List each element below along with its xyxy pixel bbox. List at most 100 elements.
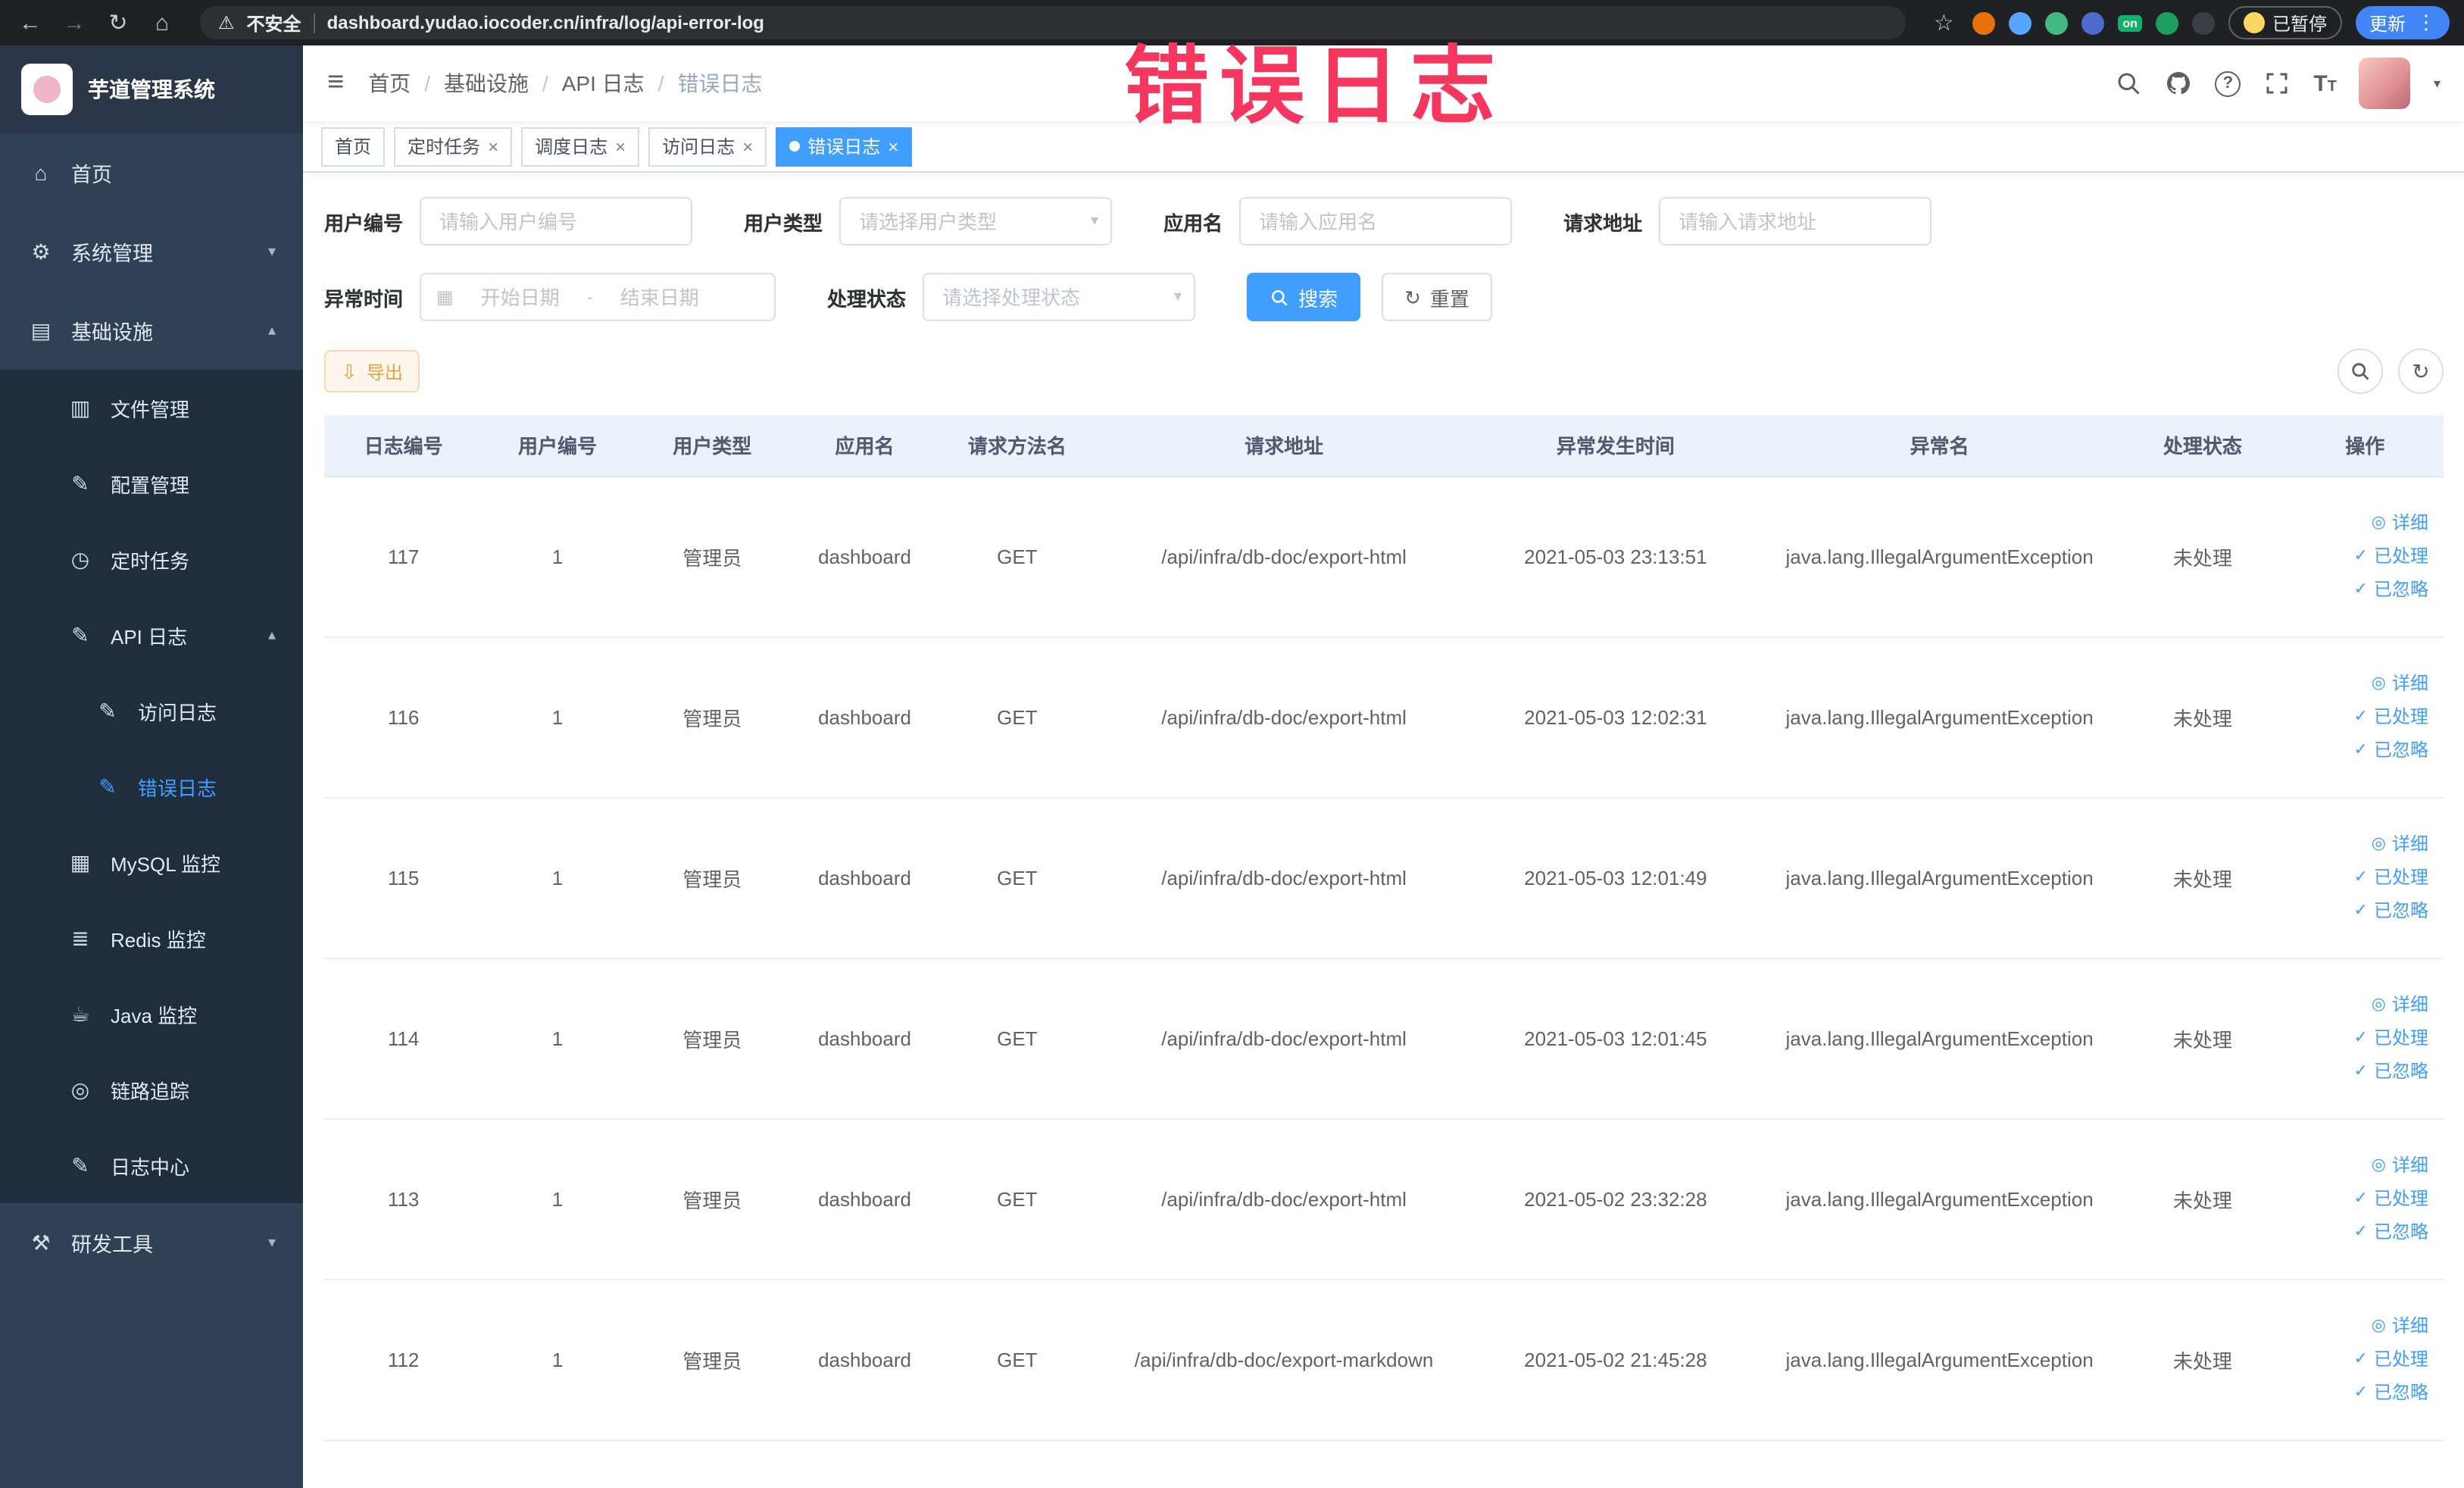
hamburger-icon[interactable]: ≡	[327, 67, 344, 100]
breadcrumb-home[interactable]: 首页	[368, 68, 411, 98]
close-icon[interactable]: ×	[615, 137, 626, 155]
detail-link[interactable]: ◎ 详细	[2293, 1149, 2428, 1182]
sidebar-item-mysql-monitor[interactable]: ▦ MySQL 监控	[0, 824, 303, 900]
ext-orange-icon[interactable]	[1972, 11, 1996, 34]
sidebar-item-error-log[interactable]: ✎ 错误日志	[0, 749, 303, 824]
ignored-link[interactable]: ✓ 已忽略	[2293, 1376, 2428, 1409]
processed-link[interactable]: ✓ 已处理	[2293, 539, 2428, 573]
forward-icon[interactable]: →	[59, 10, 89, 36]
process-status-select-input[interactable]	[923, 273, 1196, 321]
ext-on-badge-icon[interactable]: on	[2118, 14, 2142, 31]
home-icon[interactable]: ⌂	[147, 10, 177, 36]
paused-extension-button[interactable]: 已暂停	[2228, 6, 2342, 39]
breadcrumb-infrastructure[interactable]: 基础设施	[444, 68, 529, 98]
sidebar-item-api-logs[interactable]: ✎ API 日志 ▴	[0, 597, 303, 673]
request-url-input[interactable]	[1659, 197, 1932, 245]
sidebar-item-infrastructure[interactable]: ▤ 基础设施 ▴	[0, 291, 303, 370]
sidebar-item-home[interactable]: ⌂ 首页	[0, 133, 303, 212]
user-type-select-input[interactable]	[839, 197, 1113, 245]
fullscreen-icon[interactable]	[2263, 70, 2291, 97]
search-button[interactable]: 搜索	[1247, 273, 1361, 321]
ignored-link[interactable]: ✓ 已忽略	[2293, 1215, 2428, 1249]
ext-vue-icon[interactable]	[2045, 11, 2069, 34]
cell-exception-name: java.lang.IllegalArgumentException	[1760, 797, 2119, 958]
processed-link[interactable]: ✓ 已处理	[2293, 700, 2428, 733]
ext-paw-icon[interactable]	[2191, 11, 2215, 34]
search-icon[interactable]	[2115, 70, 2142, 97]
tab-schedule-log[interactable]: 调度日志 ×	[521, 127, 640, 166]
tab-error-log[interactable]: 错误日志 ×	[776, 127, 913, 166]
filter-label: 用户类型	[744, 211, 823, 234]
detail-link[interactable]: ◎ 详细	[2293, 988, 2428, 1021]
detail-label: 详细	[2391, 1155, 2428, 1176]
grid-icon: ▦	[70, 849, 91, 874]
detail-link[interactable]: ◎ 详细	[2293, 506, 2428, 539]
sidebar-item-config-management[interactable]: ✎ 配置管理	[0, 445, 303, 521]
sidebar-item-system-management[interactable]: ⚙ 系统管理 ▾	[0, 212, 303, 291]
ignored-label: 已忽略	[2373, 579, 2428, 600]
help-icon[interactable]: ?	[2215, 70, 2241, 96]
cell-log-id: 116	[324, 636, 483, 798]
processed-link[interactable]: ✓ 已处理	[2293, 1182, 2428, 1215]
detail-link[interactable]: ◎ 详细	[2293, 667, 2428, 700]
sidebar-item-access-log[interactable]: ✎ 访问日志	[0, 673, 303, 749]
bookmark-star-icon[interactable]: ☆	[1928, 9, 1959, 36]
ext-grid-icon[interactable]	[2081, 11, 2105, 34]
avatar[interactable]	[2359, 58, 2411, 109]
sidebar-item-java-monitor[interactable]: ☕ Java 监控	[0, 976, 303, 1052]
breadcrumb-api-logs[interactable]: API 日志	[562, 68, 645, 98]
breadcrumb-separator: /	[657, 71, 664, 95]
app-name-input[interactable]	[1239, 197, 1513, 245]
github-icon[interactable]	[2165, 70, 2192, 97]
close-icon[interactable]: ×	[742, 137, 753, 155]
reset-button[interactable]: ↻ 重置	[1382, 273, 1492, 321]
user-id-input[interactable]	[420, 197, 693, 245]
sidebar-logo[interactable]: 芋道管理系统	[0, 45, 303, 133]
sidebar-item-file-management[interactable]: ▥ 文件管理	[0, 370, 303, 445]
search-toggle-button[interactable]	[2338, 349, 2383, 394]
sidebar-item-label: Java 监控	[111, 1004, 198, 1027]
tab-access-log[interactable]: 访问日志 ×	[648, 127, 767, 166]
sidebar-item-dev-tools[interactable]: ⚒ 研发工具 ▾	[0, 1203, 303, 1282]
refresh-button[interactable]: ↻	[2398, 349, 2444, 394]
tab-scheduled-tasks[interactable]: 定时任务 ×	[394, 127, 513, 166]
ignored-link[interactable]: ✓ 已忽略	[2293, 894, 2428, 927]
sidebar-item-scheduled-tasks[interactable]: ◷ 定时任务	[0, 521, 303, 597]
col-user-type: 用户类型	[632, 415, 792, 477]
processed-link[interactable]: ✓ 已处理	[2293, 1343, 2428, 1376]
date-range-picker[interactable]: ▦ -	[420, 273, 776, 321]
ext-green-icon[interactable]	[2155, 11, 2178, 34]
cell-method: GET	[937, 476, 1098, 637]
ignored-link[interactable]: ✓ 已忽略	[2293, 733, 2428, 767]
sidebar-item-log-center[interactable]: ✎ 日志中心	[0, 1127, 303, 1203]
user-type-select[interactable]: ▾	[839, 197, 1113, 245]
sidebar-item-redis-monitor[interactable]: ≣ Redis 监控	[0, 900, 303, 976]
close-icon[interactable]: ×	[488, 137, 498, 155]
edit-icon: ✎	[71, 470, 89, 495]
processed-link[interactable]: ✓ 已处理	[2293, 1021, 2428, 1055]
ignored-link[interactable]: ✓ 已忽略	[2293, 1055, 2428, 1088]
start-date-input[interactable]	[461, 286, 579, 308]
browser-menu-icon[interactable]: ⋮	[2416, 11, 2436, 35]
check-icon: ✓	[2353, 580, 2368, 599]
cell-app-name: dashboard	[792, 958, 938, 1119]
cell-log-id: 113	[324, 1118, 483, 1280]
sidebar-item-trace[interactable]: ◎ 链路追踪	[0, 1052, 303, 1127]
export-button[interactable]: ⇩ 导出	[324, 350, 420, 392]
ext-blue-icon[interactable]	[2009, 11, 2032, 34]
processed-link[interactable]: ✓ 已处理	[2293, 861, 2428, 894]
update-button[interactable]: 更新 ⋮	[2355, 6, 2450, 39]
end-date-input[interactable]	[600, 286, 719, 308]
font-size-icon[interactable]: TT	[2313, 70, 2337, 96]
ignored-link[interactable]: ✓ 已忽略	[2293, 573, 2428, 606]
back-icon[interactable]: ←	[15, 10, 45, 36]
reload-icon[interactable]: ↻	[103, 9, 133, 36]
tab-home[interactable]: 首页	[321, 127, 386, 166]
close-icon[interactable]: ×	[888, 137, 898, 155]
address-bar[interactable]: ⚠ 不安全 dashboard.yudao.iocoder.cn/infra/l…	[200, 6, 1907, 39]
detail-link[interactable]: ◎ 详细	[2293, 827, 2428, 861]
cell-user-type: 管理员	[632, 1118, 792, 1280]
process-status-select[interactable]: ▾	[923, 273, 1196, 321]
detail-link[interactable]: ◎ 详细	[2293, 1309, 2428, 1343]
avatar-caret-icon[interactable]: ▾	[2434, 75, 2441, 92]
